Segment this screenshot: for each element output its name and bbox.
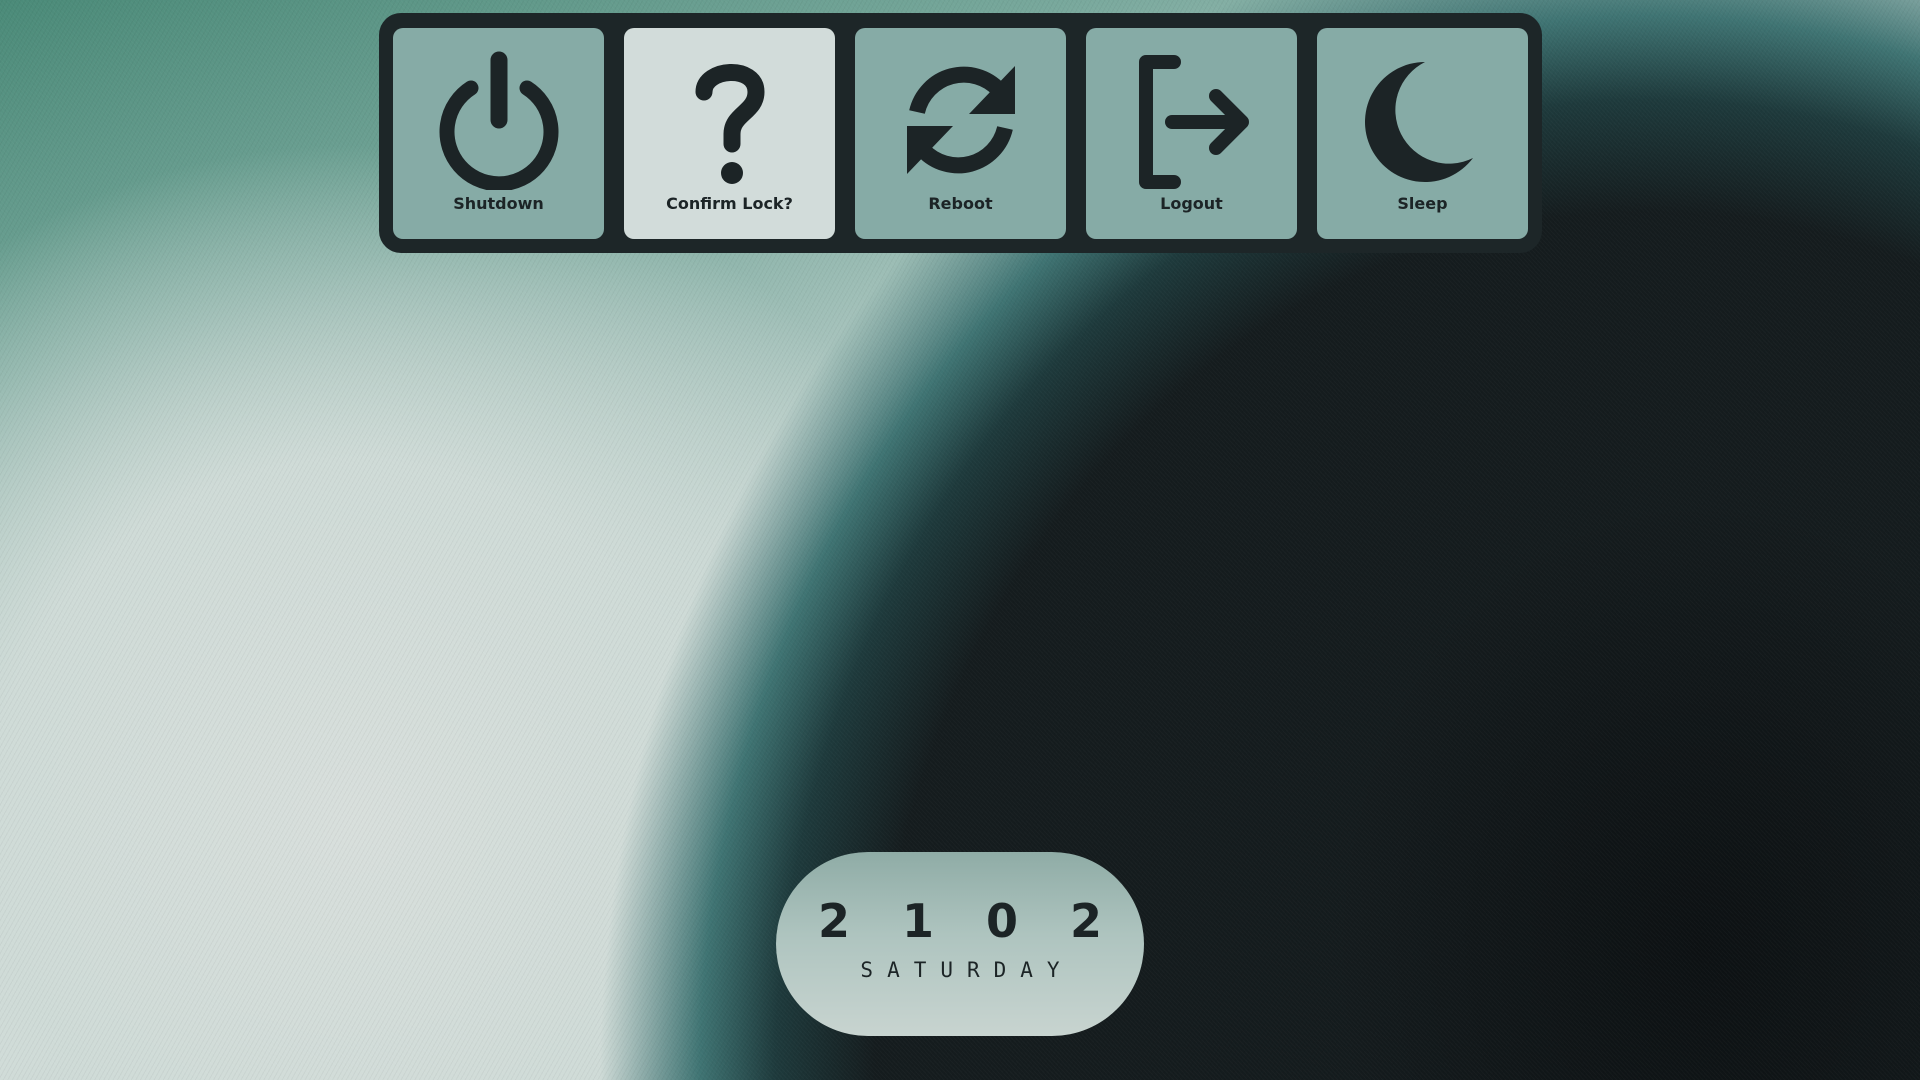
reboot-label: Reboot [928, 194, 993, 213]
reboot-button[interactable]: Reboot [855, 28, 1066, 239]
sleep-button[interactable]: Sleep [1317, 28, 1528, 239]
question-icon [660, 50, 800, 190]
shutdown-button[interactable]: Shutdown [393, 28, 604, 239]
clock-digit: 2 [1069, 894, 1102, 948]
power-icon [429, 50, 569, 190]
sleep-label: Sleep [1397, 194, 1448, 213]
clock-day: SATURDAY [860, 958, 1074, 982]
clock-digits: 2 1 0 2 [792, 898, 1128, 944]
clock-digit: 2 [817, 894, 850, 948]
shutdown-label: Shutdown [453, 194, 544, 213]
clock-digit: 0 [985, 894, 1018, 948]
refresh-icon [891, 50, 1031, 190]
lock-label: Confirm Lock? [666, 194, 793, 213]
clock-widget: 2 1 0 2 SATURDAY [776, 852, 1144, 1036]
moon-icon [1353, 50, 1493, 190]
logout-label: Logout [1160, 194, 1223, 213]
logout-button[interactable]: Logout [1086, 28, 1297, 239]
clock-digit: 1 [901, 894, 934, 948]
power-menu: Shutdown Confirm Lock? Reboot Logout Sle… [379, 13, 1542, 253]
logout-icon [1122, 50, 1262, 190]
lock-button[interactable]: Confirm Lock? [624, 28, 835, 239]
